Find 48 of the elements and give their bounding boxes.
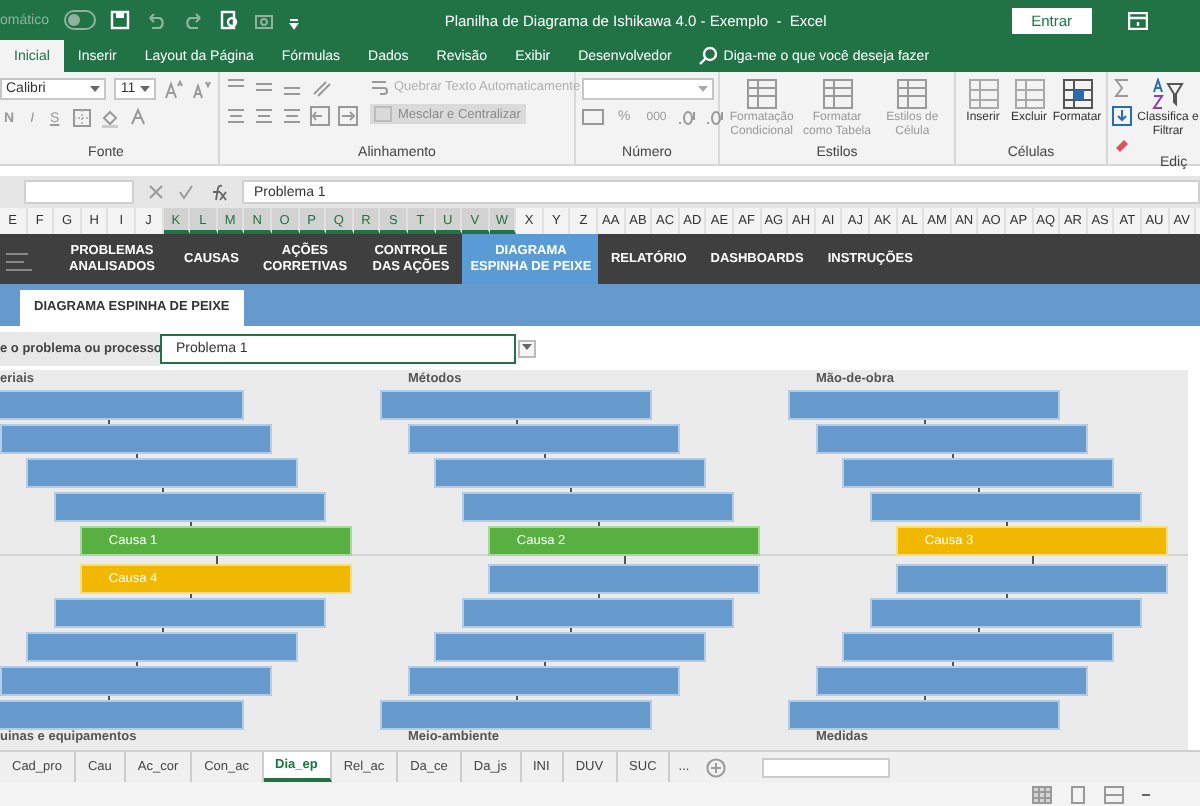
ribbon-display-icon[interactable]	[1128, 11, 1148, 29]
page-break-icon[interactable]	[1104, 785, 1124, 803]
enter-icon[interactable]	[178, 184, 194, 200]
increase-font-icon[interactable]	[164, 79, 184, 99]
font-color-icon[interactable]	[127, 108, 148, 128]
insert-function-icon[interactable]	[208, 183, 228, 201]
dropdown-icon[interactable]	[90, 85, 101, 93]
sum-icon[interactable]	[1112, 78, 1132, 98]
decrease-font-icon[interactable]	[192, 79, 212, 99]
undo-icon[interactable]	[144, 10, 168, 30]
dropdown-icon	[522, 344, 532, 352]
cell-styles-icon[interactable]	[896, 78, 929, 110]
insert-cells-icon[interactable]	[967, 78, 999, 110]
autosave-toggle[interactable]	[63, 10, 96, 30]
dropdown-icon[interactable]	[140, 85, 150, 93]
wrap-text-icon[interactable]	[370, 78, 388, 96]
page-layout-icon[interactable]	[1068, 785, 1088, 803]
redo-icon[interactable]	[182, 10, 206, 30]
horizontal-scrollbar[interactable]	[761, 757, 890, 777]
dropdown-button[interactable]	[518, 339, 536, 357]
format-cells-icon[interactable]	[1061, 78, 1093, 110]
print-preview-icon[interactable]	[220, 10, 240, 30]
number-format-field[interactable]	[582, 78, 714, 100]
borders-icon[interactable]	[71, 108, 92, 128]
add-sheet-icon[interactable]	[705, 757, 726, 777]
fill-color-icon[interactable]	[99, 108, 120, 128]
orientation-icon[interactable]	[310, 78, 334, 98]
search-icon[interactable]	[697, 46, 718, 66]
delete-cells-icon[interactable]	[1013, 78, 1045, 110]
currency-icon[interactable]	[582, 108, 606, 126]
table-icon[interactable]	[821, 78, 853, 110]
center-icon[interactable]	[254, 106, 274, 126]
camera-icon[interactable]	[254, 10, 274, 30]
cancel-icon[interactable]	[148, 184, 164, 200]
align-left-icon[interactable]	[226, 106, 246, 126]
merge-icon[interactable]	[374, 106, 392, 122]
eraser-icon[interactable]	[1112, 134, 1132, 154]
normal-view-icon[interactable]	[1032, 785, 1052, 803]
conditional-format-icon[interactable]	[745, 78, 778, 110]
sort-filter-icon[interactable]	[1152, 78, 1184, 110]
increase-decimal-icon[interactable]	[678, 108, 699, 126]
decrease-indent-icon[interactable]	[310, 106, 330, 126]
fill-down-icon[interactable]	[1112, 106, 1132, 126]
decrease-decimal-icon[interactable]	[706, 108, 727, 126]
save-icon[interactable]	[110, 10, 130, 30]
name-box[interactable]	[24, 180, 134, 204]
align-right-icon[interactable]	[282, 106, 302, 126]
increase-indent-icon[interactable]	[338, 106, 358, 126]
